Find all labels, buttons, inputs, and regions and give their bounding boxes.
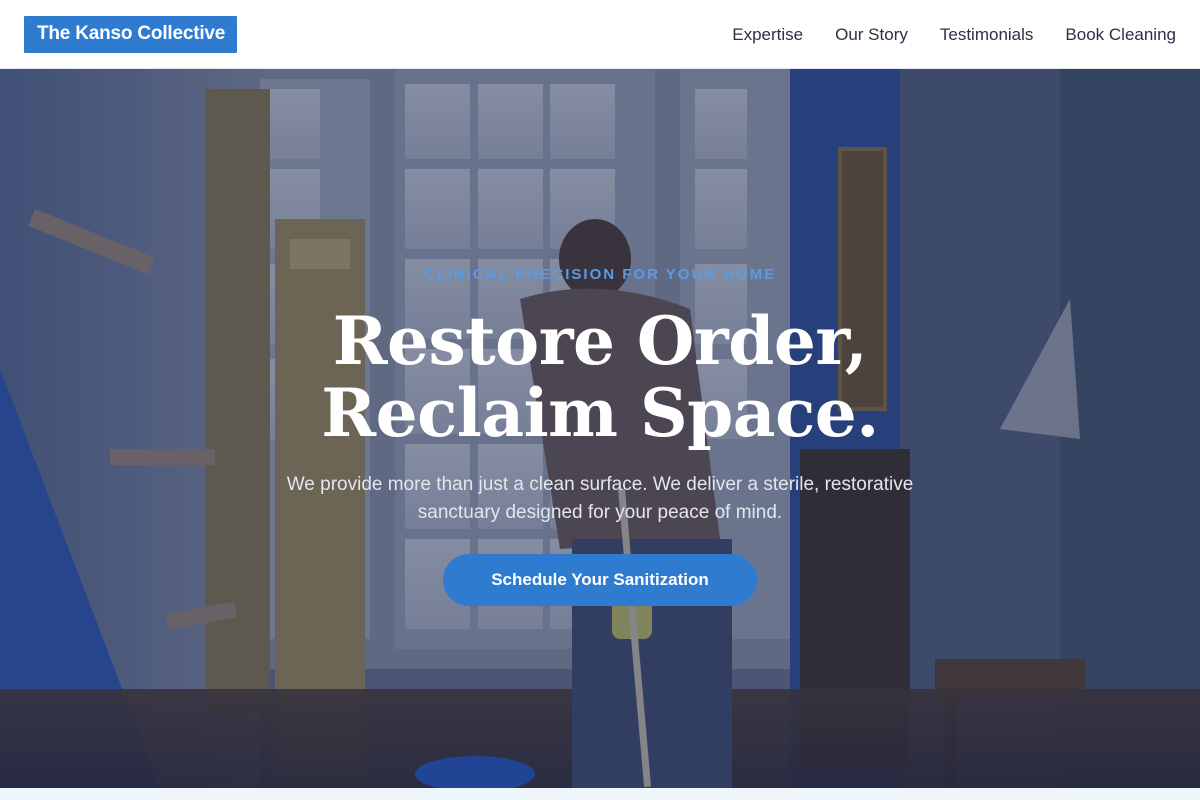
hero-eyebrow: CLINICAL PRECISION FOR YOUR HOME [423, 266, 777, 283]
hero-content: CLINICAL PRECISION FOR YOUR HOME Restore… [0, 69, 1200, 788]
schedule-sanitization-button[interactable]: Schedule Your Sanitization [443, 554, 757, 606]
nav-item-expertise[interactable]: Expertise [732, 26, 803, 43]
hero-section: CLINICAL PRECISION FOR YOUR HOME Restore… [0, 69, 1200, 788]
nav-item-testimonials[interactable]: Testimonials [940, 26, 1034, 43]
nav-item-our-story[interactable]: Our Story [835, 26, 908, 43]
brand-logo[interactable]: The Kanso Collective [24, 15, 238, 53]
next-section-edge [0, 788, 1200, 800]
hero-subtext: We provide more than just a clean surfac… [286, 474, 914, 523]
site-header: The Kanso Collective Expertise Our Story… [0, 0, 1200, 69]
nav-item-book-cleaning[interactable]: Book Cleaning [1065, 26, 1176, 43]
hero-headline: Restore Order, Reclaim Space. [321, 302, 879, 452]
main-nav: Expertise Our Story Testimonials Book Cl… [700, 26, 1176, 43]
